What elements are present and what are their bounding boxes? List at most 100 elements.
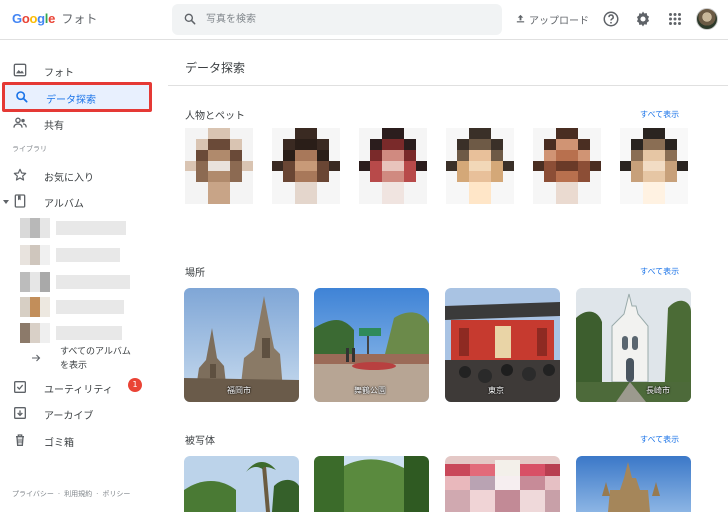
mosaic-pixel <box>230 138 242 150</box>
mosaic-pixel <box>665 138 677 150</box>
person-thumbnail[interactable] <box>272 128 340 204</box>
mosaic-pixel <box>555 128 567 139</box>
person-thumbnail[interactable] <box>359 128 427 204</box>
person-thumbnail[interactable] <box>620 128 688 204</box>
footer-separator: · <box>57 490 61 498</box>
terms-link[interactable]: 利用規約 <box>64 490 92 498</box>
mosaic-pixel <box>370 149 382 161</box>
mosaic-pixel <box>533 160 545 172</box>
mosaic-pixel <box>359 138 371 150</box>
album-list-item[interactable] <box>20 245 130 265</box>
album-list-item[interactable] <box>20 218 130 238</box>
mosaic-pixel <box>676 138 688 150</box>
place-card-fukuoka[interactable]: 福岡市 <box>184 288 299 402</box>
explore-page: データ探索 人物とペット すべて表示 場所 すべて表示 福岡市 舞鶴公園 東京 … <box>168 40 728 512</box>
things-see-all-link[interactable]: すべて表示 <box>640 434 679 445</box>
mosaic-pixel <box>381 138 393 150</box>
mosaic-pixel <box>230 160 242 172</box>
account-avatar[interactable] <box>696 8 718 30</box>
places-see-all-link[interactable]: すべて表示 <box>640 266 679 277</box>
mosaic-pixel <box>665 171 677 183</box>
mosaic-pixel <box>185 138 197 150</box>
mosaic-pixel <box>218 171 231 183</box>
mosaic-pixel <box>404 149 416 161</box>
mosaic-pixel <box>196 138 208 150</box>
mosaic-pixel <box>620 193 632 204</box>
mosaic-pixel <box>230 171 242 183</box>
search-input[interactable] <box>206 4 486 35</box>
thing-card[interactable] <box>314 456 429 512</box>
mosaic-pixel <box>620 128 632 139</box>
mosaic-pixel <box>196 160 208 172</box>
mosaic-pixel <box>653 182 666 194</box>
mosaic-pixel <box>207 160 219 172</box>
search-bar[interactable] <box>172 4 502 35</box>
album-list-item[interactable] <box>20 323 130 343</box>
sidebar-item-favorites[interactable]: お気に入り <box>0 162 155 188</box>
mosaic-pixel <box>665 160 677 172</box>
mosaic-pixel <box>196 182 208 194</box>
mosaic-pixel <box>566 182 579 194</box>
mosaic-pixel <box>185 171 197 183</box>
mosaic-pixel <box>653 128 666 139</box>
mosaic-pixel <box>359 182 371 194</box>
person-thumbnail[interactable] <box>185 128 253 204</box>
mosaic-pixel <box>370 193 382 204</box>
mosaic-pixel <box>676 182 688 194</box>
help-icon[interactable] <box>602 10 620 28</box>
mosaic-pixel <box>502 160 514 172</box>
sidebar-item-trash[interactable]: ゴミ箱 <box>0 427 155 453</box>
sidebar-item-utilities[interactable]: ユーティリティ 1 <box>0 374 155 400</box>
policy-link[interactable]: ポリシー <box>102 490 130 498</box>
mosaic-pixel <box>185 128 197 139</box>
mosaic-pixel <box>305 149 318 161</box>
upload-button[interactable]: アップロード <box>515 12 589 27</box>
gear-icon[interactable] <box>634 10 652 28</box>
apps-grid-icon[interactable] <box>666 10 684 28</box>
logo-letter: g <box>37 11 45 26</box>
mosaic-pixel <box>218 138 231 150</box>
thing-card[interactable] <box>445 456 560 512</box>
mosaic-pixel <box>328 193 340 204</box>
logo-letter: e <box>48 11 56 26</box>
place-card-nagasaki[interactable]: 長崎市 <box>576 288 691 402</box>
sidebar-item-albums[interactable]: アルバム <box>0 188 155 214</box>
mosaic-pixel <box>305 160 318 172</box>
person-thumbnail[interactable] <box>533 128 601 204</box>
sidebar-item-archive[interactable]: アーカイブ <box>0 400 155 426</box>
thing-card[interactable] <box>184 456 299 512</box>
mosaic-pixel <box>620 160 632 172</box>
privacy-link[interactable]: プライバシー <box>12 490 54 498</box>
mosaic-pixel <box>479 171 492 183</box>
mosaic-pixel <box>642 128 654 139</box>
thing-card[interactable] <box>576 456 691 512</box>
place-card-maizuru-park[interactable]: 舞鶴公園 <box>314 288 429 402</box>
people-see-all-link[interactable]: すべて表示 <box>640 109 679 120</box>
mosaic-pixel <box>359 171 371 183</box>
footer-links: プライバシー · 利用規約 · ポリシー <box>12 489 130 499</box>
mosaic-pixel <box>631 149 643 161</box>
person-thumbnail[interactable] <box>446 128 514 204</box>
all-albums-label: すべてのアルバム <box>60 347 131 357</box>
album-list-item[interactable] <box>20 297 130 317</box>
album-list-item[interactable] <box>20 272 130 292</box>
forest-photo <box>314 456 429 512</box>
google-photos-logo[interactable]: Google フォト <box>12 10 97 27</box>
mosaic-pixel <box>533 149 545 161</box>
sidebar-item-explore[interactable]: データ探索 <box>2 82 152 112</box>
mosaic-pixel <box>676 149 688 161</box>
mosaic-pixel <box>555 171 567 183</box>
place-card-tokyo[interactable]: 東京 <box>445 288 560 402</box>
sidebar-item-sharing[interactable]: 共有 <box>0 110 155 136</box>
sidebar-item-label: お気に入り <box>44 173 94 184</box>
mosaic-pixel <box>578 182 590 194</box>
mosaic-pixel <box>370 182 382 194</box>
mosaic-pixel <box>642 193 654 204</box>
mosaic-pixel <box>631 160 643 172</box>
mosaic-pixel <box>555 182 567 194</box>
search-icon <box>14 89 30 105</box>
sidebar-item-photos[interactable]: フォト <box>0 57 155 83</box>
mosaic-pixel <box>241 138 253 150</box>
album-thumbnail <box>20 245 50 265</box>
mosaic-pixel <box>468 182 480 194</box>
